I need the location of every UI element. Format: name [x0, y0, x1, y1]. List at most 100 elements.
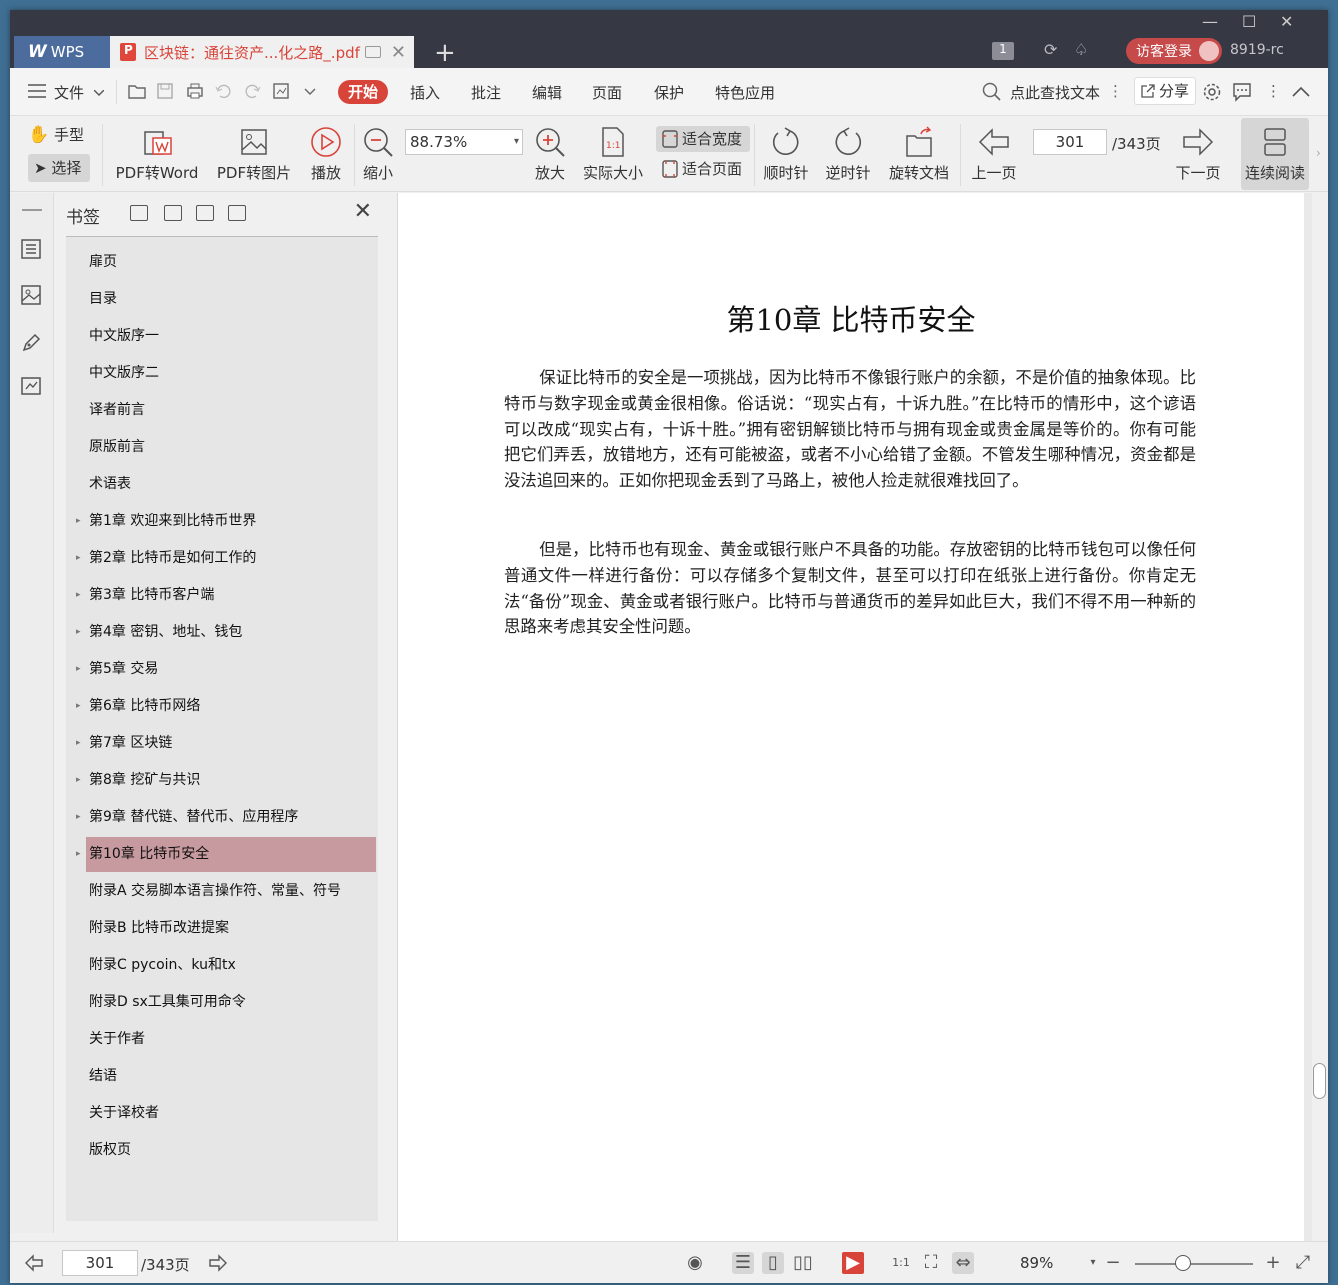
print-icon[interactable] [186, 82, 204, 100]
zoom-dropdown-icon[interactable]: ▾ [1082, 1252, 1104, 1274]
fit-width-button[interactable]: 适合宽度 [656, 126, 750, 152]
expand-caret-icon[interactable]: ▸ [76, 578, 81, 613]
slideshow-icon[interactable]: ▶ [842, 1252, 864, 1274]
thumbnail-icon[interactable] [21, 285, 43, 307]
bookmark-item[interactable]: 中文版序二 [86, 356, 376, 391]
eye-protection-icon[interactable]: ◉ [684, 1252, 706, 1274]
bookmark-item[interactable]: 关于作者 [86, 1022, 376, 1057]
actual-size-button[interactable]: 1:1 实际大小 [580, 126, 646, 183]
collapse-all-icon[interactable] [164, 205, 182, 221]
zoom-dropdown-icon[interactable]: ▾ [514, 130, 519, 154]
fit-width-status-icon[interactable]: ⇔ [952, 1252, 974, 1274]
redo-icon[interactable] [244, 82, 262, 100]
document-viewport[interactable]: 第10章 比特币安全 保证比特币的安全是一项挑战，因为比特币不像银行账户的余额，… [398, 193, 1328, 1241]
export-icon[interactable] [272, 82, 290, 100]
page-number-input[interactable]: 301 [1033, 129, 1107, 155]
bookmark-item[interactable]: ▸ 第1章 欢迎来到比特币世界 [76, 504, 376, 539]
more-icon[interactable]: ⋮ [1266, 82, 1281, 100]
bookmark-item[interactable]: ▸ 第7章 区块链 [76, 726, 376, 761]
zoom-in-button[interactable]: 放大 [532, 126, 568, 183]
search-text-box[interactable]: 点此查找文本 [1010, 82, 1100, 103]
bookmark-item[interactable]: 附录A 交易脚本语言操作符、常量、符号 [86, 874, 376, 909]
next-page-button[interactable]: 下一页 [1172, 126, 1224, 183]
tab-insert[interactable]: 插入 [410, 82, 440, 103]
bookmark-item[interactable]: ▸ 第8章 挖矿与共识 [76, 763, 376, 798]
close-tab-icon[interactable]: ✕ [391, 42, 406, 63]
fullscreen-icon[interactable]: ⤢ [1292, 1252, 1314, 1274]
zoom-slider-knob[interactable] [1175, 1255, 1192, 1271]
play-button[interactable]: 播放 [306, 126, 346, 183]
gear-icon[interactable] [1202, 82, 1222, 102]
menu-file[interactable]: 文件 [54, 82, 84, 103]
expand-caret-icon[interactable]: ▸ [76, 615, 81, 650]
bookmark-item[interactable]: 中文版序一 [86, 319, 376, 354]
tab-preview-icon[interactable] [364, 46, 381, 58]
actual-size-status-icon[interactable]: 1:1 [890, 1252, 912, 1274]
bookmark-item[interactable]: 原版前言 [86, 430, 376, 465]
new-tab-button[interactable]: + [434, 38, 456, 68]
bookmark-item[interactable]: ▸ 第3章 比特币客户端 [76, 578, 376, 613]
add-bookmark-icon[interactable] [196, 205, 214, 221]
annotation-icon[interactable] [21, 331, 43, 353]
window-count-badge[interactable]: 1 [992, 42, 1014, 60]
chevron-down-icon[interactable] [94, 90, 104, 96]
bookmark-item[interactable]: ▸ 第6章 比特币网络 [76, 689, 376, 724]
wps-home-tab[interactable]: W WPS [14, 36, 110, 68]
tab-page[interactable]: 页面 [592, 82, 622, 103]
bookmark-item[interactable]: ▸ 第9章 替代链、替代币、应用程序 [76, 800, 376, 835]
tab-start[interactable]: 开始 [338, 80, 388, 104]
bookmark-item[interactable]: 译者前言 [86, 393, 376, 428]
bookmark-list-icon[interactable] [21, 239, 43, 261]
expand-caret-icon[interactable]: ▸ [76, 726, 81, 761]
bookmark-item[interactable]: ▸ 第5章 交易 [76, 652, 376, 687]
zoom-in-status-icon[interactable]: + [1262, 1252, 1284, 1274]
close-panel-icon[interactable]: ✕ [354, 199, 372, 224]
tab-annotate[interactable]: 批注 [471, 82, 501, 103]
undo-icon[interactable] [214, 82, 232, 100]
panel-splitter[interactable] [378, 193, 398, 1241]
more-quick-icon[interactable] [304, 82, 322, 100]
bookmark-item[interactable]: 附录D sx工具集可用命令 [86, 985, 376, 1020]
attachment-icon[interactable] [21, 375, 43, 397]
close-window-icon[interactable]: ✕ [1280, 12, 1293, 31]
zoom-out-status-icon[interactable]: − [1102, 1252, 1124, 1274]
scrollbar-thumb[interactable] [1313, 1063, 1326, 1099]
minimize-icon[interactable]: — [1202, 12, 1218, 31]
expand-caret-icon[interactable]: ▸ [76, 800, 81, 835]
expand-caret-icon[interactable]: ▸ [76, 689, 81, 724]
prev-page-icon[interactable] [24, 1254, 44, 1272]
fit-page-status-icon[interactable]: ⛶ [920, 1252, 942, 1274]
status-zoom-value[interactable]: 89% [1020, 1254, 1053, 1272]
zoom-input[interactable]: 88.73% ▾ [405, 129, 523, 155]
two-page-icon[interactable]: ▯▯ [792, 1252, 814, 1274]
bookmark-item[interactable]: ▸ 第10章 比特币安全 [76, 837, 376, 872]
expand-caret-icon[interactable]: ▸ [76, 541, 81, 576]
comment-icon[interactable] [1232, 82, 1252, 102]
rotate-document-button[interactable]: 旋转文档 [886, 126, 952, 183]
expand-caret-icon[interactable]: ▸ [76, 504, 81, 539]
login-button[interactable]: 访客登录 [1126, 38, 1222, 64]
single-page-icon[interactable]: ▯ [762, 1252, 784, 1274]
tab-protect[interactable]: 保护 [654, 82, 684, 103]
hand-tool-button[interactable]: ✋ 手型 [28, 124, 90, 150]
status-page-input[interactable]: 301 [62, 1250, 138, 1276]
rotate-ccw-button[interactable]: 逆时针 [824, 126, 872, 183]
bookmark-settings-icon[interactable] [228, 205, 246, 221]
bookmark-item[interactable]: 附录C pycoin、ku和tx [86, 948, 376, 983]
continuous-view-icon[interactable]: ☰ [732, 1252, 754, 1274]
rotate-cw-button[interactable]: 顺时针 [762, 126, 810, 183]
next-page-icon[interactable] [208, 1254, 228, 1272]
expand-caret-icon[interactable]: ▸ [76, 837, 81, 872]
sync-icon[interactable]: ⟳ [1044, 40, 1064, 60]
pdf-to-image-button[interactable]: PDF转图片 [212, 126, 296, 183]
collapse-ribbon-icon[interactable] [1292, 86, 1310, 98]
bookmark-item[interactable]: 关于译校者 [86, 1096, 376, 1131]
bookmark-item[interactable]: ▸ 第2章 比特币是如何工作的 [76, 541, 376, 576]
zoom-slider-track[interactable] [1135, 1263, 1253, 1265]
document-tab[interactable]: 区块链：通往资产...化之路_.pdf ✕ [110, 36, 414, 68]
bookmark-item[interactable]: 扉页 [86, 245, 376, 280]
bookmark-item[interactable]: 术语表 [86, 467, 376, 502]
maximize-icon[interactable]: ☐ [1242, 12, 1256, 31]
tab-features[interactable]: 特色应用 [715, 82, 775, 103]
search-more-icon[interactable]: ⋮ [1108, 82, 1123, 100]
